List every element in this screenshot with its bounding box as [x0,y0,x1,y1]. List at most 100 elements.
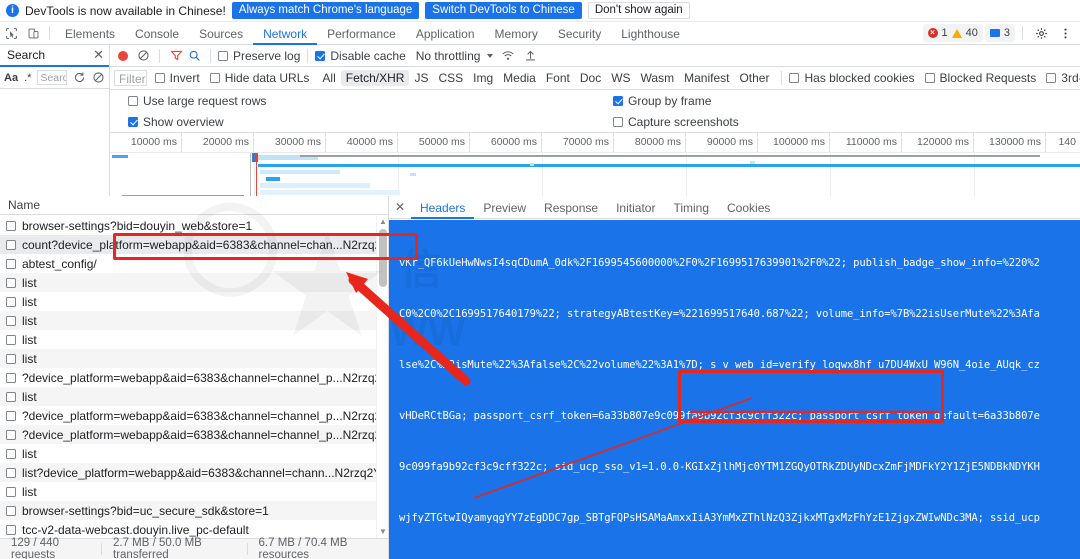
row-checkbox[interactable] [6,411,16,421]
third-party-box[interactable] [1046,73,1056,83]
filter-type-font[interactable]: Font [541,70,575,86]
tab-timing[interactable]: Timing [664,196,718,219]
close-icon[interactable]: ✕ [93,49,104,61]
always-match-language-button[interactable]: Always match Chrome's language [232,2,420,19]
table-row[interactable]: list [0,444,388,463]
scroll-up-icon[interactable]: ▲ [377,216,389,228]
filter-type-js[interactable]: JS [409,70,433,86]
regex-icon[interactable]: .* [24,72,31,84]
clear-network-log-icon[interactable] [134,47,152,65]
table-row[interactable]: count?device_platform=webapp&aid=6383&ch… [0,235,388,254]
table-row[interactable]: browser-settings?bid=douyin_web&store=1 [0,216,388,235]
table-row[interactable]: list [0,482,388,501]
preserve-log-checkbox[interactable]: Preserve log [218,49,300,63]
capture-screenshots-checkbox[interactable]: Capture screenshots [613,115,739,129]
table-row[interactable]: list [0,273,388,292]
use-large-request-rows-checkbox[interactable]: Use large request rows [128,94,266,108]
record-icon[interactable] [118,51,128,61]
tab-cookies[interactable]: Cookies [718,196,779,219]
filter-input[interactable]: Filter [114,70,147,86]
filter-type-css[interactable]: CSS [433,70,468,86]
clear-icon[interactable] [92,71,105,84]
blocked-requests-box[interactable] [925,73,935,83]
search-icon[interactable] [185,47,203,65]
close-detail-icon[interactable]: ✕ [389,200,411,214]
row-checkbox[interactable] [6,316,16,326]
row-checkbox[interactable] [6,487,16,497]
hide-data-urls-checkbox[interactable]: Hide data URLs [210,71,310,85]
search-input[interactable]: Search [37,70,67,85]
row-checkbox[interactable] [6,259,16,269]
row-checkbox[interactable] [6,449,16,459]
has-blocked-cookies-box[interactable] [789,73,799,83]
table-row[interactable]: abtest_config/ [0,254,388,273]
match-case-icon[interactable]: Aa [4,72,18,84]
group-by-frame-checkbox[interactable]: Group by frame [613,94,711,108]
filter-type-media[interactable]: Media [498,70,541,86]
request-rows[interactable]: browser-settings?bid=douyin_web&store=1 … [0,216,388,538]
row-checkbox[interactable] [6,525,16,535]
show-overview-box[interactable] [128,117,138,127]
group-by-frame-box[interactable] [613,96,623,106]
table-row[interactable]: list?device_platform=webapp&aid=6383&cha… [0,463,388,482]
row-checkbox[interactable] [6,392,16,402]
tab-headers[interactable]: Headers [411,196,474,219]
row-checkbox[interactable] [6,240,16,250]
tab-initiator[interactable]: Initiator [607,196,664,219]
refresh-icon[interactable] [73,71,86,84]
table-row[interactable]: browser-settings?bid=uc_secure_sdk&store… [0,501,388,520]
filter-type-other[interactable]: Other [734,70,774,86]
dont-show-again-button[interactable]: Don't show again [588,2,690,19]
network-conditions-icon[interactable] [499,47,517,65]
hide-data-urls-box[interactable] [210,73,220,83]
use-large-request-rows-box[interactable] [128,96,138,106]
table-row[interactable]: list [0,311,388,330]
import-har-icon[interactable] [521,47,539,65]
filter-type-doc[interactable]: Doc [575,70,606,86]
disable-cache-box[interactable] [315,51,325,61]
row-checkbox[interactable] [6,506,16,516]
invert-box[interactable] [155,73,165,83]
table-row[interactable]: ?device_platform=webapp&aid=6383&channel… [0,368,388,387]
filter-type-wasm[interactable]: Wasm [636,70,680,86]
invert-checkbox[interactable]: Invert [155,71,200,85]
row-checkbox[interactable] [6,468,16,478]
table-row[interactable]: tcc-v2-data-webcast.douyin.live_pc-defau… [0,520,388,538]
toggle-device-toolbar-icon[interactable] [22,22,44,44]
show-overview-checkbox[interactable]: Show overview [128,115,224,129]
disable-cache-checkbox[interactable]: Disable cache [315,49,405,63]
row-checkbox[interactable] [6,278,16,288]
scroll-down-icon[interactable]: ▼ [377,526,389,538]
capture-screenshots-box[interactable] [613,117,623,127]
headers-cookie-text[interactable]: vKr_QF6kUeHwNwsI4sqCDumA_0dk%2F169954560… [389,220,1080,559]
tab-response[interactable]: Response [535,196,607,219]
column-header-name[interactable]: Name [0,196,388,215]
scrollbar-thumb[interactable] [379,229,387,287]
throttling-select[interactable]: No throttling [416,49,481,63]
row-checkbox[interactable] [6,373,16,383]
preserve-log-box[interactable] [218,51,228,61]
row-checkbox[interactable] [6,354,16,364]
tab-preview[interactable]: Preview [474,196,535,219]
table-row[interactable]: ?device_platform=webapp&aid=6383&channel… [0,425,388,444]
third-party-requests-checkbox[interactable]: 3rd-party request [1046,71,1080,85]
filter-type-img[interactable]: Img [468,70,498,86]
network-overview[interactable]: 10000 ms 20000 ms 30000 ms 40000 ms 5000… [110,133,1080,205]
row-checkbox[interactable] [6,430,16,440]
table-row[interactable]: list [0,292,388,311]
chevron-down-icon[interactable] [487,54,493,58]
table-row[interactable]: list [0,387,388,406]
inspect-element-icon[interactable] [0,22,22,44]
request-list-scrollbar[interactable]: ▲ ▼ [376,216,388,538]
filter-type-ws[interactable]: WS [606,70,635,86]
filter-type-all[interactable]: All [317,70,340,86]
row-checkbox[interactable] [6,221,16,231]
row-checkbox[interactable] [6,335,16,345]
filter-icon[interactable] [167,47,185,65]
has-blocked-cookies-checkbox[interactable]: Has blocked cookies [789,71,914,85]
table-row[interactable]: ?device_platform=webapp&aid=6383&channel… [0,406,388,425]
filter-type-manifest[interactable]: Manifest [679,70,734,86]
table-row[interactable]: list [0,349,388,368]
filter-type-fetch-xhr[interactable]: Fetch/XHR [341,70,410,86]
table-row[interactable]: list [0,330,388,349]
